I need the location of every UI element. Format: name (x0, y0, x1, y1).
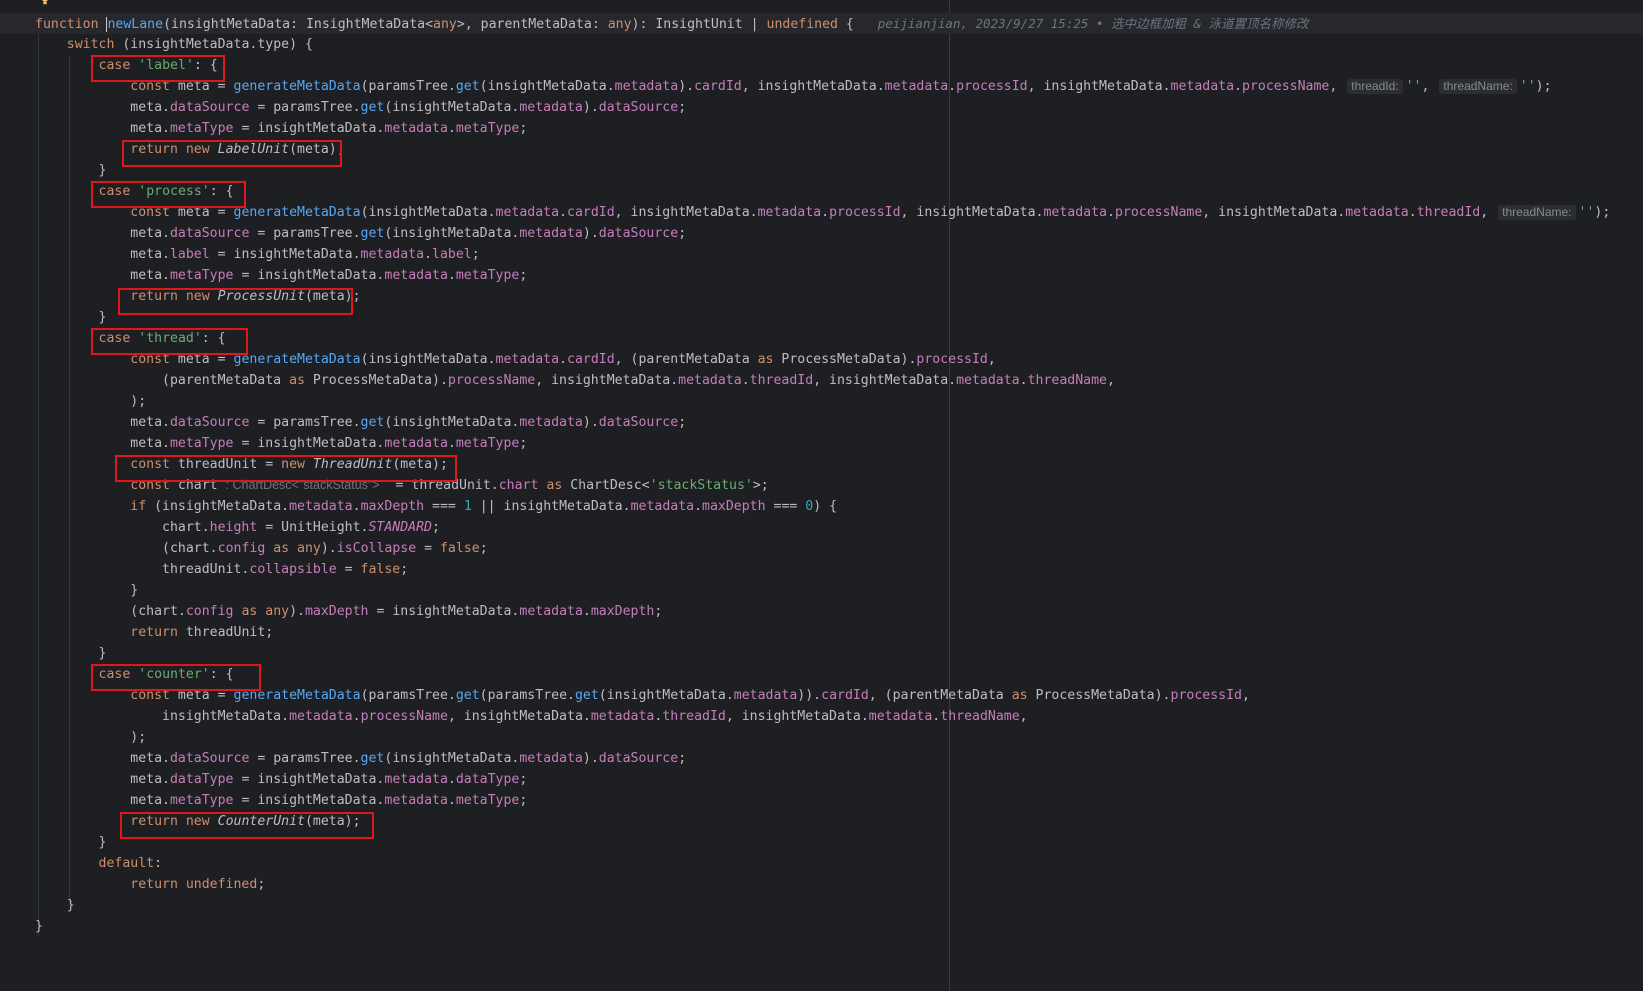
code-line-28[interactable]: } (35, 580, 138, 601)
code-line-10[interactable]: const meta = generateMetaData(insightMet… (35, 202, 1610, 223)
highlight-box-case-counter (91, 664, 261, 691)
code-line-19[interactable]: ); (35, 391, 146, 412)
code-line-12[interactable]: meta.label = insightMetaData.metadata.la… (35, 244, 479, 265)
code-line-1[interactable]: function newLane(insightMetaData: Insigh… (0, 13, 1643, 34)
code-line-29[interactable]: (chart.config as any).maxDepth = insight… (35, 601, 662, 622)
code-line-41[interactable]: default: (35, 853, 163, 874)
code-line-25[interactable]: chart.height = UnitHeight.STANDARD; (35, 517, 440, 538)
code-line-6[interactable]: meta.metaType = insightMetaData.metadata… (35, 118, 527, 139)
highlight-box-case-process (91, 181, 246, 208)
highlight-box-return-labelunit (122, 140, 342, 167)
code-line-44[interactable]: } (35, 916, 43, 937)
lightbulb-icon[interactable] (40, 0, 50, 6)
code-line-34[interactable]: insightMetaData.metadata.processName, in… (35, 706, 1028, 727)
code-editor[interactable]: function newLane(insightMetaData: Insigh… (0, 0, 1643, 991)
code-line-26[interactable]: (chart.config as any).isCollapse = false… (35, 538, 488, 559)
param-hint-threadid: threadId: (1347, 79, 1403, 94)
code-line-36[interactable]: meta.dataSource = paramsTree.get(insight… (35, 748, 686, 769)
code-line-21[interactable]: meta.metaType = insightMetaData.metadata… (35, 433, 527, 454)
code-line-42[interactable]: return undefined; (35, 874, 265, 895)
code-line-5[interactable]: meta.dataSource = paramsTree.get(insight… (35, 97, 686, 118)
code-line-24[interactable]: if (insightMetaData.metadata.maxDepth ==… (35, 496, 837, 517)
highlight-box-return-processunit (118, 288, 353, 315)
highlight-box-case-thread (91, 328, 248, 355)
code-line-31[interactable]: } (35, 643, 107, 664)
right-margin-guide (949, 0, 950, 991)
highlight-box-return-counterunit (120, 812, 374, 839)
code-line-37[interactable]: meta.dataType = insightMetaData.metadata… (35, 769, 527, 790)
git-blame-annotation: peijianjian, 2023/9/27 15:25 • 选中边框加粗 & … (877, 16, 1309, 31)
param-hint-threadname: threadName: (1439, 79, 1517, 94)
code-line-2[interactable]: switch (insightMetaData.type) { (35, 34, 313, 55)
code-line-4[interactable]: const meta = generateMetaData(paramsTree… (35, 76, 1552, 97)
code-line-30[interactable]: return threadUnit; (35, 622, 273, 643)
code-line-18[interactable]: (parentMetaData as ProcessMetaData).proc… (35, 370, 1115, 391)
highlight-box-case-label (91, 55, 225, 82)
code-line-27[interactable]: threadUnit.collapsible = false; (35, 559, 408, 580)
code-line-40[interactable]: } (35, 832, 107, 853)
code-line-43[interactable]: } (35, 895, 75, 916)
highlight-box-new-threadunit (115, 455, 457, 482)
code-line-8[interactable]: } (35, 160, 107, 181)
param-hint-threadname: threadName: (1498, 205, 1576, 220)
code-line-38[interactable]: meta.metaType = insightMetaData.metadata… (35, 790, 527, 811)
code-line-13[interactable]: meta.metaType = insightMetaData.metadata… (35, 265, 527, 286)
code-line-35[interactable]: ); (35, 727, 146, 748)
code-line-15[interactable]: } (35, 307, 107, 328)
code-line-20[interactable]: meta.dataSource = paramsTree.get(insight… (35, 412, 686, 433)
code-line-11[interactable]: meta.dataSource = paramsTree.get(insight… (35, 223, 686, 244)
